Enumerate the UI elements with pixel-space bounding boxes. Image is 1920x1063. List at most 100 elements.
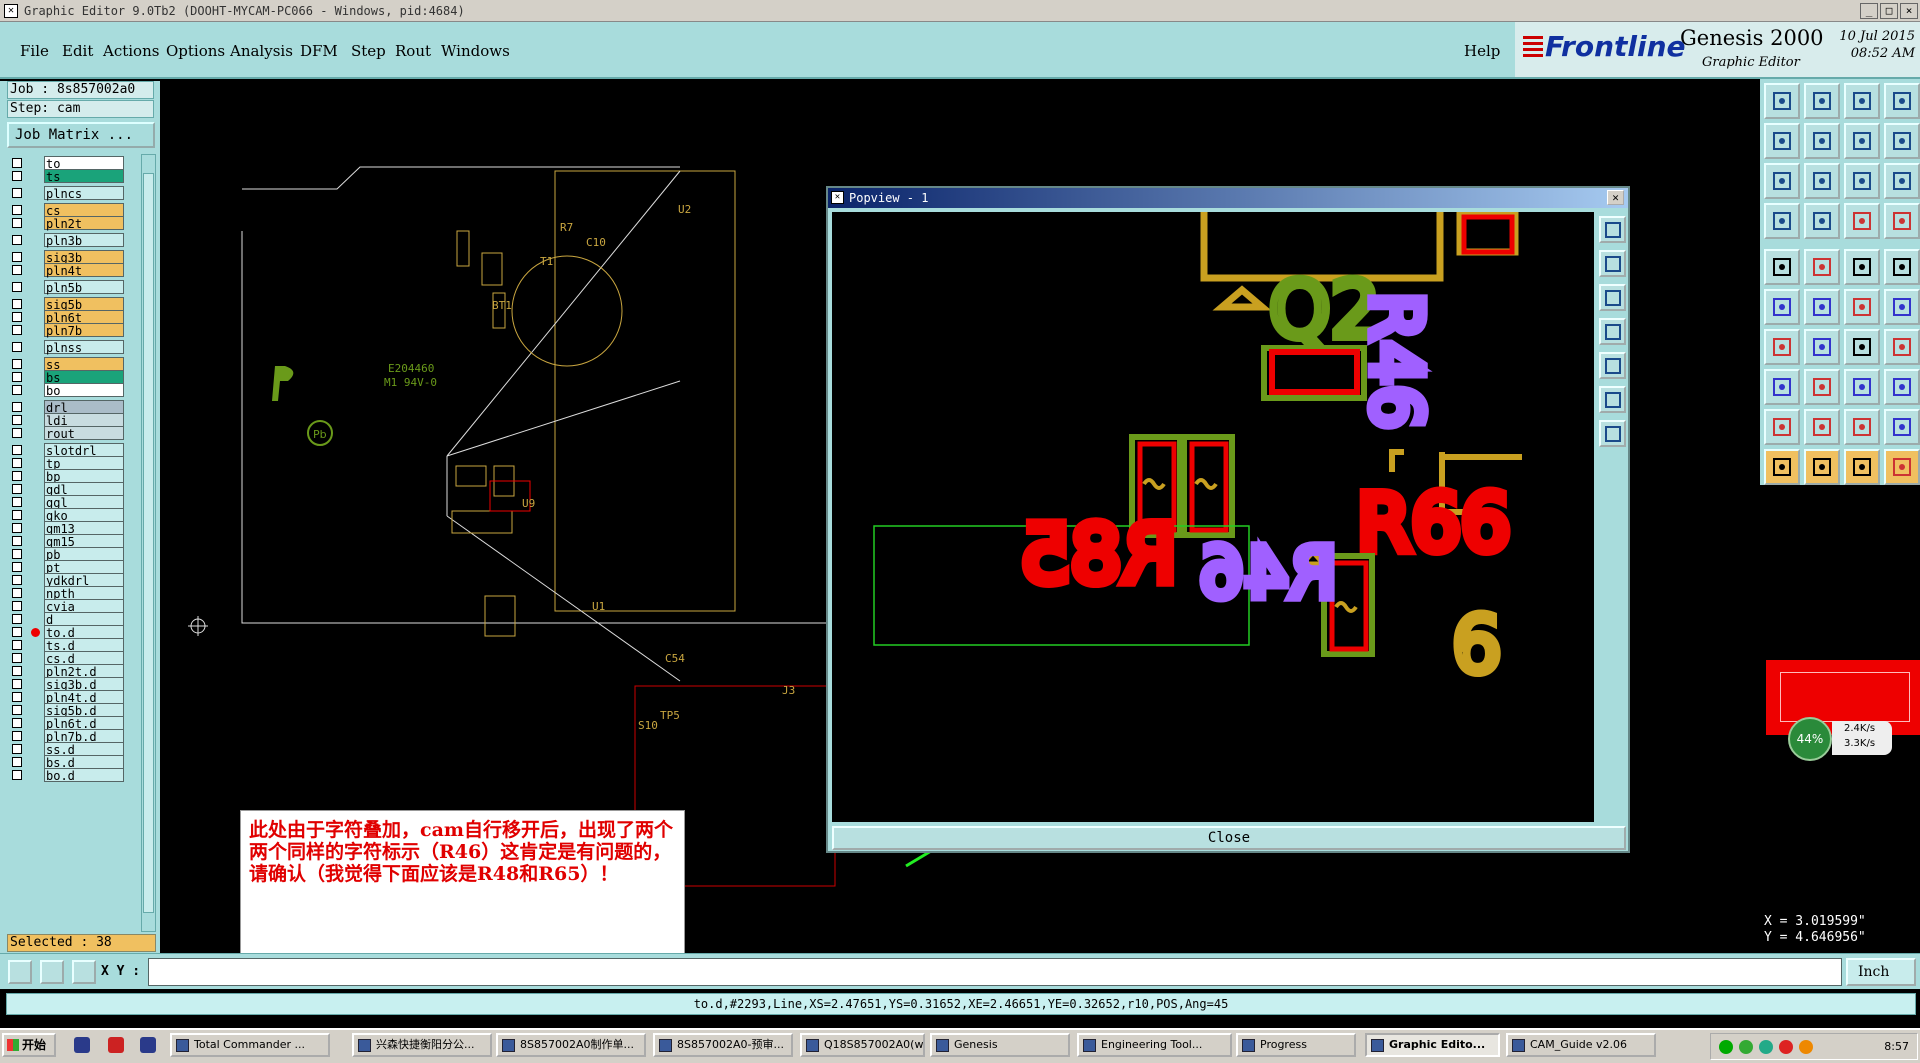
layer-name[interactable]: pln4t.d	[44, 690, 124, 705]
layer-checkbox[interactable]	[12, 653, 22, 663]
layer-name[interactable]: sig5b.d	[44, 703, 124, 718]
layer-row[interactable]: gdl	[9, 482, 127, 497]
layer-name[interactable]: npth	[44, 586, 124, 601]
layer-checkbox[interactable]	[12, 744, 22, 754]
layer-row[interactable]: pln7b	[9, 323, 127, 338]
layer-checkbox[interactable]	[12, 549, 22, 559]
job-matrix-button[interactable]: Job Matrix ...	[7, 122, 155, 148]
layer-checkbox[interactable]	[12, 770, 22, 780]
menu-options[interactable]: Options	[166, 42, 225, 60]
layer-checkbox[interactable]	[12, 640, 22, 650]
pan-right-icon[interactable]	[1804, 123, 1840, 159]
circle-icon[interactable]	[1884, 249, 1920, 285]
layer-row[interactable]: rout	[9, 426, 127, 441]
layer-name[interactable]: bo.d	[44, 768, 124, 783]
area-icon[interactable]	[1844, 409, 1880, 445]
menu-file[interactable]: File	[20, 42, 49, 60]
layer-row[interactable]: plncs	[9, 186, 127, 201]
menu-rout[interactable]: Rout	[395, 42, 431, 60]
layer-row[interactable]: bs	[9, 370, 127, 385]
layer-name[interactable]: ldi	[44, 413, 124, 428]
tray-icon[interactable]	[1799, 1040, 1813, 1054]
arc-icon[interactable]	[1884, 289, 1920, 325]
taskbar-item[interactable]: Q18S857002A0(wuz...	[800, 1033, 925, 1057]
layer-name[interactable]: pln7b	[44, 323, 124, 338]
copy-icon[interactable]	[1884, 369, 1920, 405]
layer-checkbox[interactable]	[12, 252, 22, 262]
measure-icon[interactable]	[1844, 369, 1880, 405]
layer-name[interactable]: pln5b	[44, 280, 124, 295]
layer-checkbox[interactable]	[12, 731, 22, 741]
layer-row[interactable]: pln2t	[9, 216, 127, 231]
layer-name[interactable]: pln2t.d	[44, 664, 124, 679]
layer-name[interactable]: pb	[44, 547, 124, 562]
layer-checkbox[interactable]	[12, 757, 22, 767]
layer-row[interactable]: sig3b	[9, 250, 127, 265]
layer-name[interactable]: bs	[44, 370, 124, 385]
layer-checkbox[interactable]	[12, 614, 22, 624]
menu-help[interactable]: Help	[1464, 42, 1500, 60]
window-tool-icon[interactable]	[1884, 83, 1920, 119]
layer-checkbox[interactable]	[12, 402, 22, 412]
layer-checkbox[interactable]	[12, 601, 22, 611]
layer-row[interactable]: cvia	[9, 599, 127, 614]
pv-fit-icon[interactable]	[1599, 386, 1626, 413]
layer-checkbox[interactable]	[12, 497, 22, 507]
layer-row[interactable]: ss	[9, 357, 127, 372]
fit-icon[interactable]	[1884, 123, 1920, 159]
taskbar-item[interactable]: 8S857002A0制作单...	[496, 1033, 646, 1057]
quicklaunch-icon[interactable]	[108, 1037, 124, 1053]
layer-name[interactable]: sig3b.d	[44, 677, 124, 692]
layer-checkbox[interactable]	[12, 188, 22, 198]
layer-checkbox[interactable]	[12, 265, 22, 275]
quicklaunch-icon[interactable]	[140, 1037, 156, 1053]
layer-checkbox[interactable]	[12, 523, 22, 533]
popview-canvas[interactable]: Q2 R46 R66 R85 R46 6	[832, 212, 1594, 822]
maximize-button[interactable]: □	[1880, 3, 1898, 19]
layer-row[interactable]: sig5b.d	[9, 703, 127, 718]
menu-actions[interactable]: Actions	[103, 42, 159, 60]
line-icon[interactable]	[1804, 249, 1840, 285]
layer-row[interactable]: ts.d	[9, 638, 127, 653]
layer-name[interactable]: sig3b	[44, 250, 124, 265]
layer-select-icon[interactable]	[1884, 203, 1920, 239]
xy-input[interactable]	[148, 958, 1842, 986]
layer-checkbox[interactable]	[12, 205, 22, 215]
layer-name[interactable]: rout	[44, 426, 124, 441]
layer-checkbox[interactable]	[12, 235, 22, 245]
tray-icon[interactable]	[1719, 1040, 1733, 1054]
layer-row[interactable]: gm15	[9, 534, 127, 549]
grid-icon[interactable]	[72, 960, 96, 984]
layer-checkbox[interactable]	[12, 588, 22, 598]
layer-name[interactable]: gm13	[44, 521, 124, 536]
layer-row[interactable]: pln6t.d	[9, 716, 127, 731]
layer-checkbox[interactable]	[12, 415, 22, 425]
layer-checkbox[interactable]	[12, 484, 22, 494]
home-tool-icon[interactable]	[1844, 83, 1880, 119]
layer-row[interactable]: pln3b	[9, 233, 127, 248]
layer-name[interactable]: cs	[44, 203, 124, 218]
taskbar-item[interactable]: 兴森快捷衡阳分公...	[352, 1033, 492, 1057]
pv-back-icon[interactable]	[1599, 318, 1626, 345]
taskbar-item[interactable]: CAM_Guide v2.06	[1506, 1033, 1656, 1057]
pv-zoom-icon[interactable]	[1599, 420, 1626, 447]
pan-left-icon[interactable]	[1764, 123, 1800, 159]
layer-row[interactable]: pln2t.d	[9, 664, 127, 679]
layer-row[interactable]: bp	[9, 469, 127, 484]
taskbar-item[interactable]: 8S857002A0-预审...	[653, 1033, 793, 1057]
triangle-icon[interactable]	[1764, 409, 1800, 445]
open-tool-icon[interactable]	[1804, 83, 1840, 119]
layer-name[interactable]: slotdrl	[44, 443, 124, 458]
contour-icon[interactable]	[1884, 409, 1920, 445]
layer-row[interactable]: to	[9, 156, 127, 171]
layer-scrollbar[interactable]	[141, 154, 156, 932]
grid-view-icon[interactable]	[1804, 203, 1840, 239]
unit-selector[interactable]: Inch	[1846, 958, 1916, 986]
taskbar-item[interactable]: Progress	[1236, 1033, 1356, 1057]
layer-checkbox[interactable]	[12, 536, 22, 546]
layer-checkbox[interactable]	[12, 385, 22, 395]
pointer-icon[interactable]	[1764, 449, 1800, 485]
menu-edit[interactable]: Edit	[62, 42, 93, 60]
menu-step[interactable]: Step	[351, 42, 386, 60]
layer-checkbox[interactable]	[12, 158, 22, 168]
